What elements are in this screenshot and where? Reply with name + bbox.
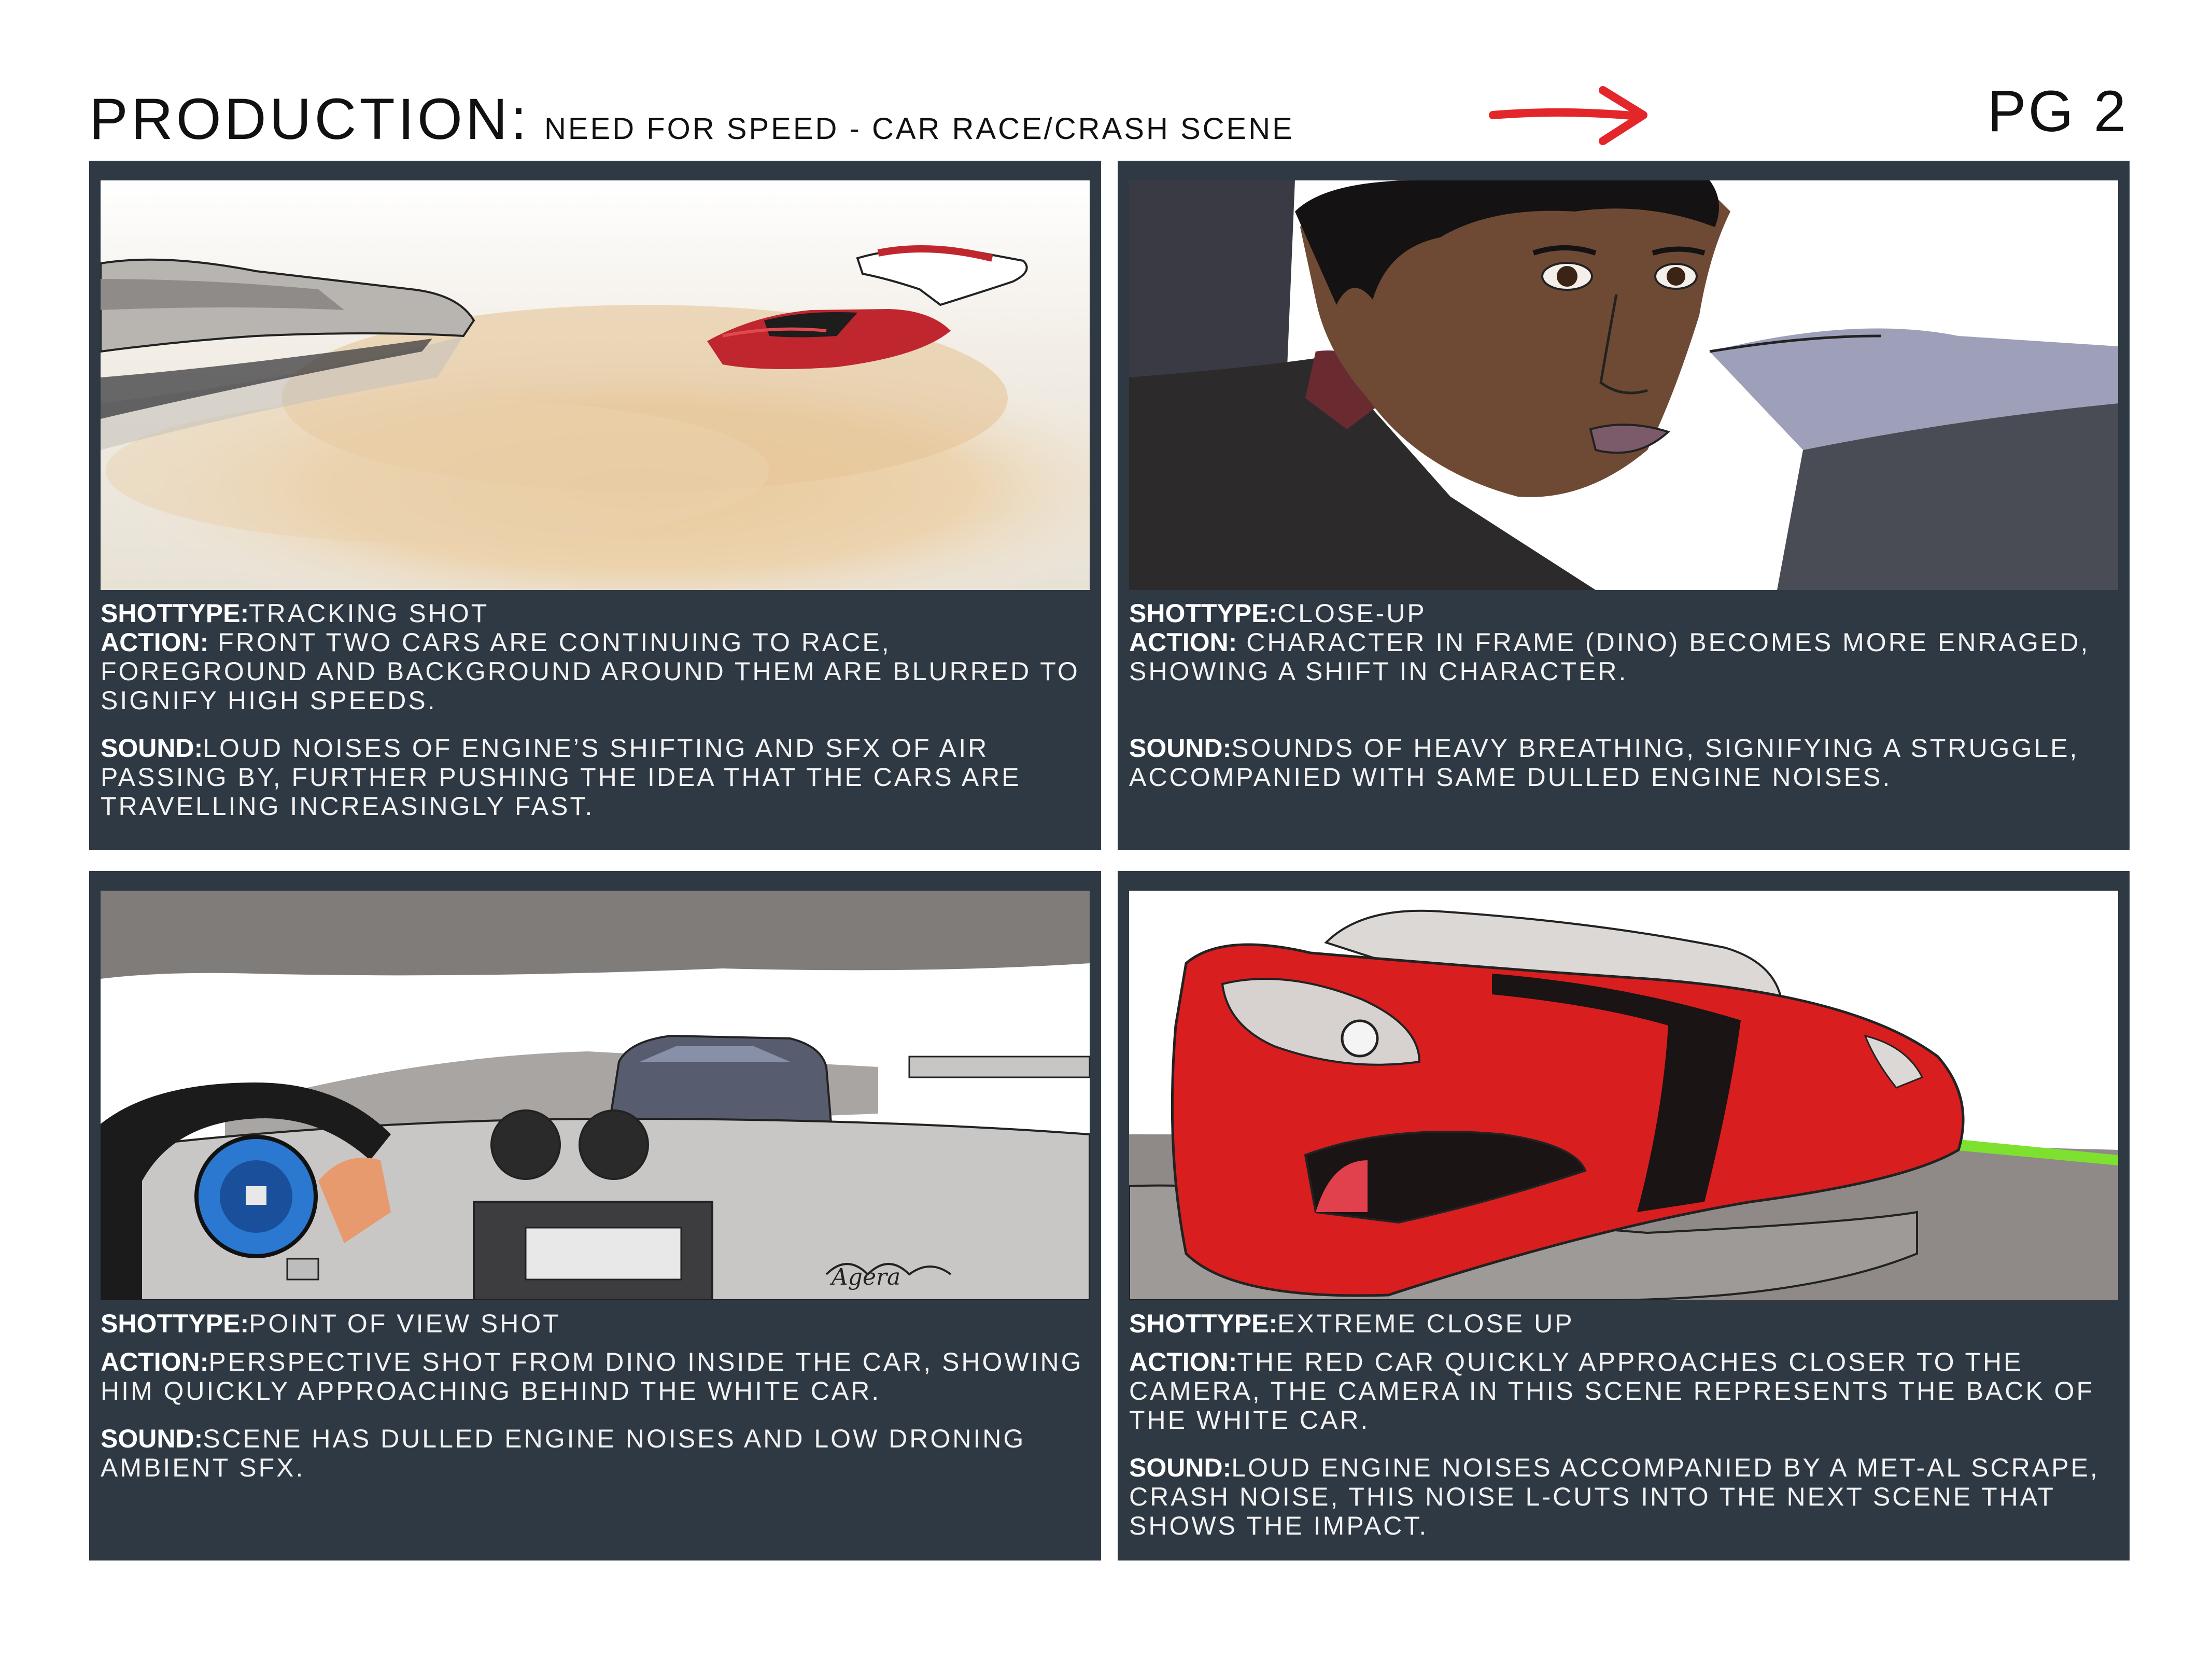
action-text: THE RED CAR QUICKLY APPROACHES CLOSER TO… xyxy=(1129,1347,2094,1435)
sound-label: SOUND: xyxy=(101,1424,203,1453)
dashboard-signature: Agera xyxy=(829,1264,900,1290)
panel-3-description: SHOTTYPE:POINT OF VIEW SHOT ACTION:PERSP… xyxy=(101,1309,1091,1482)
production-title: NEED FOR SPEED - CAR RACE/CRASH SCENE xyxy=(544,112,1294,146)
extreme-close-up-illustration xyxy=(1129,891,2118,1300)
shot-type-label: SHOTTYPE: xyxy=(1129,599,1278,628)
shot-type-label: SHOTTYPE: xyxy=(101,599,249,628)
action-label: ACTION: xyxy=(101,1347,209,1376)
shot-type-value: CLOSE-UP xyxy=(1277,599,1427,628)
sound-text: LOUD NOISES OF ENGINE’S SHIFTING AND SFX… xyxy=(101,734,1021,821)
storyboard-panel-1: SHOTTYPE:TRACKING SHOT ACTION: FRONT TWO… xyxy=(89,161,1101,850)
close-up-illustration xyxy=(1129,180,2118,590)
storyboard-panel-3: Agera SHOTTYPE:POINT OF VIEW SHOT ACTION… xyxy=(89,871,1101,1560)
shot-type-value: EXTREME CLOSE UP xyxy=(1277,1309,1574,1338)
shot-type-value: POINT OF VIEW SHOT xyxy=(249,1309,561,1338)
panel-1-description: SHOTTYPE:TRACKING SHOT ACTION: FRONT TWO… xyxy=(101,599,1091,821)
production-heading: PRODUCTION: NEED FOR SPEED - CAR RACE/CRA… xyxy=(89,86,1294,152)
sound-text: SOUNDS OF HEAVY BREATHING, SIGNIFYING A … xyxy=(1129,734,2079,792)
action-label: ACTION: xyxy=(1129,628,1237,657)
panel-2-illustration xyxy=(1129,180,2118,590)
action-text: CHARACTER IN FRAME (DINO) BECOMES MORE E… xyxy=(1129,628,2090,686)
panel-1-illustration xyxy=(101,180,1090,590)
sound-label: SOUND: xyxy=(1129,734,1232,763)
action-text: FRONT TWO CARS ARE CONTINUING TO RACE, F… xyxy=(101,628,1080,715)
sound-text: SCENE HAS DULLED ENGINE NOISES AND LOW D… xyxy=(101,1424,1026,1482)
arrow-right-icon xyxy=(1489,86,1647,145)
panel-3-illustration: Agera xyxy=(101,891,1090,1300)
shot-type-value: TRACKING SHOT xyxy=(249,599,489,628)
point-of-view-illustration: Agera xyxy=(101,891,1090,1300)
shot-type-label: SHOTTYPE: xyxy=(1129,1309,1278,1338)
shot-type-label: SHOTTYPE: xyxy=(101,1309,249,1338)
storyboard-panel-2: SHOTTYPE:CLOSE-UP ACTION: CHARACTER IN F… xyxy=(1118,161,2130,850)
production-label: PRODUCTION: xyxy=(89,87,530,151)
panel-4-description: SHOTTYPE:EXTREME CLOSE UP ACTION:THE RED… xyxy=(1129,1309,2119,1540)
panel-2-description: SHOTTYPE:CLOSE-UP ACTION: CHARACTER IN F… xyxy=(1129,599,2119,792)
action-label: ACTION: xyxy=(101,628,209,657)
action-label: ACTION: xyxy=(1129,1347,1237,1376)
tracking-shot-illustration xyxy=(101,180,1090,590)
action-text: PERSPECTIVE SHOT FROM DINO INSIDE THE CA… xyxy=(101,1347,1083,1405)
sound-label: SOUND: xyxy=(1129,1453,1232,1482)
panel-4-illustration xyxy=(1129,891,2118,1300)
storyboard-panel-4: SHOTTYPE:EXTREME CLOSE UP ACTION:THE RED… xyxy=(1118,871,2130,1560)
sound-label: SOUND: xyxy=(101,734,203,763)
sound-text: LOUD ENGINE NOISES ACCOMPANIED BY A MET-… xyxy=(1129,1453,2100,1540)
page-number: PG 2 xyxy=(1987,79,2128,144)
